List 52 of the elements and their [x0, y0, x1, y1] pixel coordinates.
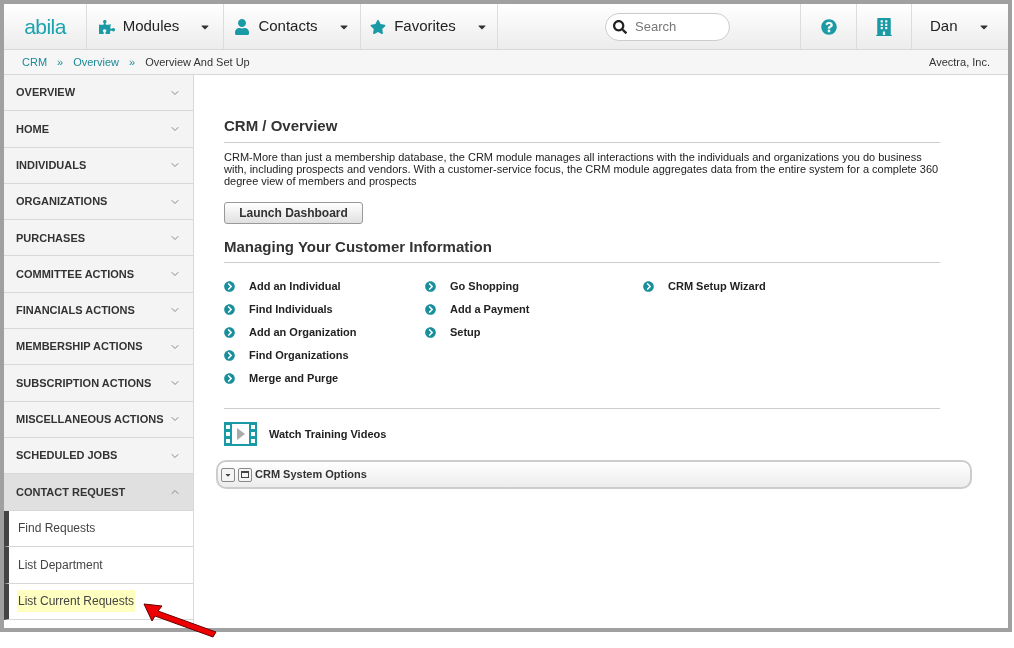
section-title: Managing Your Customer Information	[224, 235, 940, 263]
sidebar-section[interactable]: HOME	[4, 111, 193, 148]
action-link[interactable]: Find Organizations	[249, 346, 349, 364]
sidebar-link[interactable]: Find Requests	[17, 517, 97, 540]
action-link[interactable]: Add a Payment	[450, 300, 530, 318]
sidebar-section[interactable]: OVERVIEW	[4, 75, 193, 112]
action-link[interactable]: Add an Organization	[249, 323, 357, 341]
action-link[interactable]: Merge and Purge	[249, 369, 339, 387]
search-icon	[613, 19, 627, 34]
description-text: CRM-More than just a membership database, the CRM module manages all interactions with the individuals and organizations you do business with, including prospects and vendors. With a customer-service focus, the CRM module aggregates data from the entire system for a complete 360 degree view of members and prospects	[224, 150, 940, 187]
sidebar-section[interactable]: PURCHASES	[4, 220, 193, 257]
sidebar-section[interactable]: SUBSCRIPTION ACTIONS	[4, 365, 193, 402]
window-button[interactable]	[238, 467, 252, 482]
page-title: CRM / Overview	[224, 115, 940, 143]
nav-menu[interactable]: Contacts	[224, 4, 361, 49]
breadcrumb-separator: »	[129, 54, 136, 70]
search-field[interactable]: Search	[605, 12, 730, 41]
person-icon	[234, 18, 251, 35]
window-icon	[241, 471, 249, 478]
nav-menu[interactable]: Favorites	[361, 4, 498, 49]
sidebar-section[interactable]: COMMITTEE ACTIONS	[4, 256, 193, 293]
sidebar-link[interactable]: List Current Requests	[17, 590, 136, 613]
breadcrumb-link[interactable]: CRM	[22, 53, 48, 71]
help-icon[interactable]	[820, 18, 837, 35]
action-link[interactable]: Add an Individual	[249, 277, 341, 295]
breadcrumb-current: Overview And Set Up	[145, 54, 250, 70]
sidebar-section[interactable]: MEMBERSHIP ACTIONS	[4, 329, 193, 366]
action-link[interactable]: Find Individuals	[249, 300, 333, 318]
sidebar-section[interactable]: FINANCIALS ACTIONS	[4, 292, 193, 330]
panel-title: CRM System Options	[255, 467, 367, 483]
building-icon[interactable]	[876, 17, 892, 36]
sidebar-section[interactable]: ORGANIZATIONS	[4, 183, 193, 221]
arrow-icon	[142, 601, 218, 638]
sidebar-section[interactable]: INDIVIDUALS	[4, 147, 193, 184]
action-link[interactable]: CRM Setup Wizard	[668, 277, 766, 295]
star-icon	[370, 18, 387, 35]
sidebar-section[interactable]: SCHEDULED JOBS	[4, 437, 193, 475]
breadcrumb-separator: »	[57, 54, 64, 70]
film-icon	[224, 422, 257, 446]
nav-menu[interactable]: Modules	[87, 4, 224, 49]
video-link[interactable]: Watch Training Videos	[269, 425, 387, 443]
expand-button[interactable]	[221, 467, 235, 482]
sidebar-section[interactable]: CONTACT REQUEST	[4, 474, 193, 511]
user-menu[interactable]: Dan	[911, 4, 1008, 49]
organization-name: Avectra, Inc.	[929, 54, 990, 70]
sidebar-section[interactable]: MISCELLANEOUS ACTIONS	[4, 401, 193, 438]
action-link[interactable]: Setup	[450, 323, 481, 341]
breadcrumb-link[interactable]: Overview	[73, 53, 120, 71]
sidebar-link[interactable]: List Department	[17, 553, 104, 576]
launch-dashboard-button[interactable]: Launch Dashboard	[224, 201, 363, 224]
action-link[interactable]: Go Shopping	[450, 277, 520, 295]
puzzle-icon	[98, 18, 115, 35]
